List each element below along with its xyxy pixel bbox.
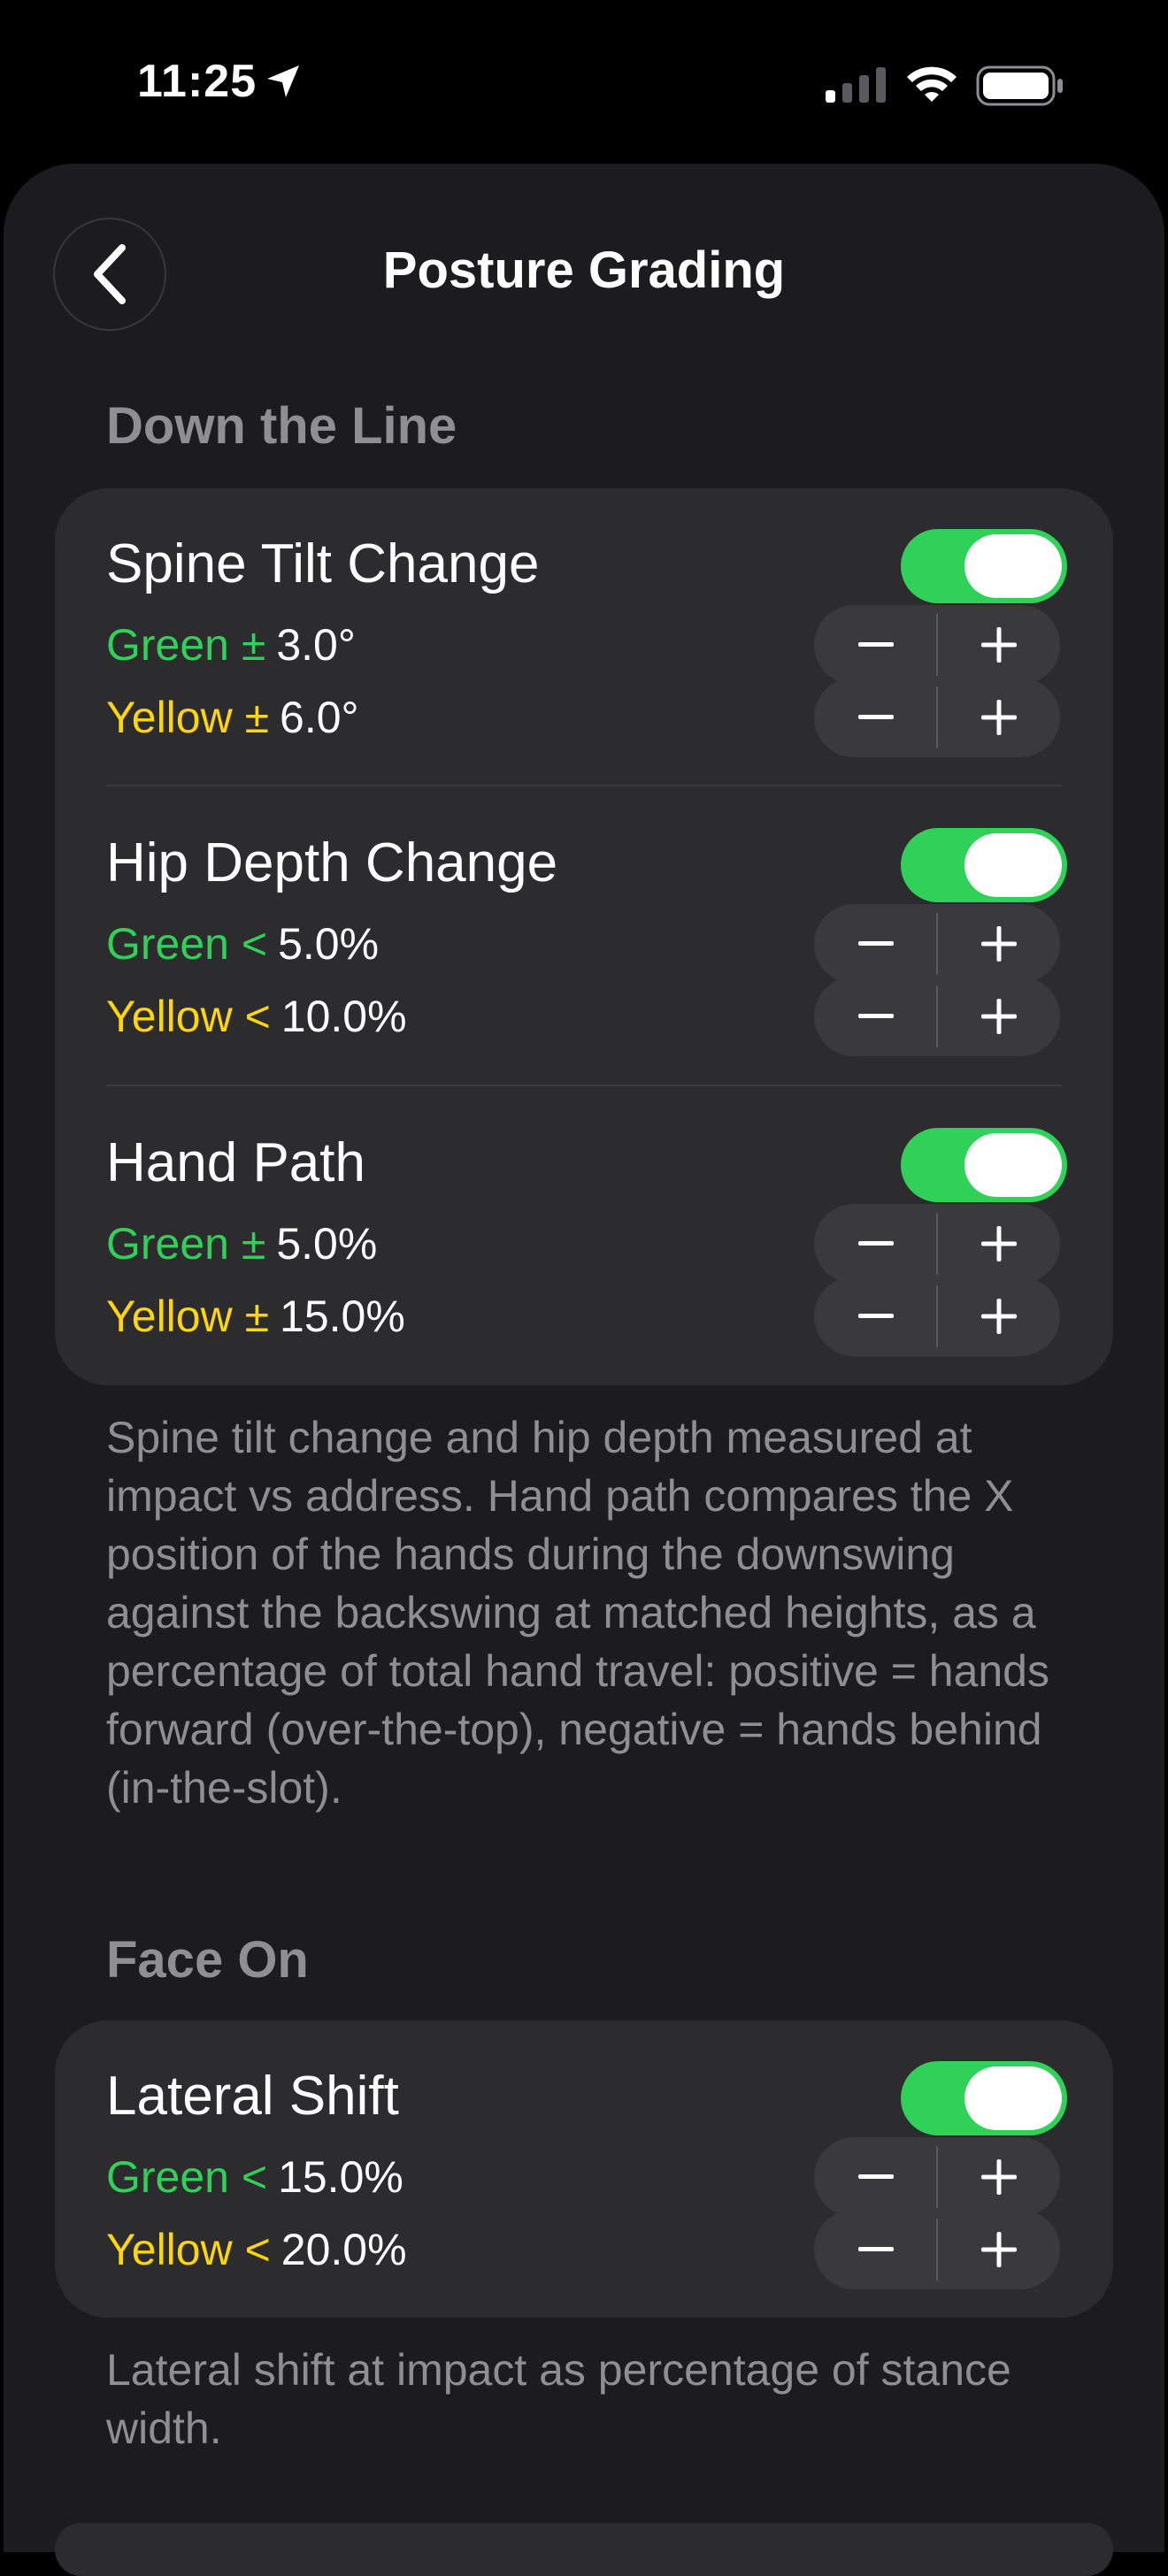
- lateral-shift-yellow-stepper: [814, 2210, 1060, 2289]
- minus-icon: [857, 1241, 894, 1246]
- spine-tilt-green-stepper: [814, 605, 1060, 685]
- hand-path-yellow-stepper: [814, 1276, 1060, 1356]
- minus-icon: [857, 2247, 894, 2251]
- hand-path-green-decrement-button[interactable]: [814, 1204, 937, 1284]
- lateral-shift-yellow-decrement-button[interactable]: [814, 2210, 937, 2289]
- minus-icon: [857, 642, 894, 647]
- lateral-shift-toggle[interactable]: [901, 2061, 1067, 2135]
- spine-tilt-yellow-threshold: Yellow ±6.0°: [106, 693, 359, 742]
- hand-path-title: Hand Path: [106, 1132, 365, 1193]
- hand-path-yellow-threshold: Yellow ±15.0%: [106, 1292, 405, 1341]
- location-arrow-icon: [267, 65, 299, 97]
- wifi-icon: [907, 66, 957, 102]
- lateral-shift-green-threshold: Green <15.0%: [106, 2152, 403, 2202]
- hand-path-green-stepper: [814, 1204, 1060, 1284]
- hip-depth-change-toggle[interactable]: [901, 828, 1067, 902]
- plus-icon: [980, 926, 1017, 962]
- minus-icon: [857, 2174, 894, 2179]
- plus-icon: [980, 627, 1017, 663]
- plus-icon: [980, 1226, 1017, 1261]
- hip-depth-green-stepper: [814, 904, 1060, 984]
- spine-tilt-yellow-stepper: [814, 678, 1060, 757]
- lateral-shift-yellow-increment-button[interactable]: [937, 2210, 1060, 2289]
- lateral-shift-title: Lateral Shift: [106, 2066, 399, 2127]
- hand-path-yellow-increment-button[interactable]: [937, 1276, 1060, 1356]
- minus-icon: [857, 715, 894, 719]
- hip-depth-yellow-decrement-button[interactable]: [814, 977, 937, 1056]
- spine-tilt-yellow-increment-button[interactable]: [937, 678, 1060, 757]
- battery-icon: [976, 65, 1063, 106]
- hip-depth-change-title: Hip Depth Change: [106, 832, 558, 893]
- hand-path-yellow-decrement-button[interactable]: [814, 1276, 937, 1356]
- plus-icon: [980, 700, 1017, 735]
- hand-path-green-increment-button[interactable]: [937, 1204, 1060, 1284]
- hip-depth-green-threshold: Green <5.0%: [106, 919, 380, 969]
- spine-tilt-green-threshold: Green ±3.0°: [106, 620, 356, 670]
- section-header-down-the-line: Down the Line: [106, 397, 457, 455]
- lateral-shift-yellow-threshold: Yellow <20.0%: [106, 2225, 407, 2274]
- lateral-shift-green-decrement-button[interactable]: [814, 2137, 937, 2217]
- plus-icon: [980, 2232, 1017, 2267]
- hip-depth-green-increment-button[interactable]: [937, 904, 1060, 984]
- lateral-shift-green-stepper: [814, 2137, 1060, 2217]
- spine-tilt-change-toggle[interactable]: [901, 529, 1067, 603]
- row-divider: [106, 1085, 1062, 1086]
- section-header-face-on: Face On: [106, 1931, 309, 1989]
- hip-depth-yellow-threshold: Yellow <10.0%: [106, 992, 407, 1041]
- hip-depth-green-decrement-button[interactable]: [814, 904, 937, 984]
- face-on-footnote: Lateral shift at impact as percentage of…: [106, 2345, 1011, 2453]
- status-time: 11:25: [137, 56, 257, 107]
- spine-tilt-yellow-decrement-button[interactable]: [814, 678, 937, 757]
- minus-icon: [857, 1314, 894, 1318]
- hip-depth-yellow-stepper: [814, 977, 1060, 1056]
- hip-depth-yellow-increment-button[interactable]: [937, 977, 1060, 1056]
- plus-icon: [980, 2159, 1017, 2195]
- lateral-shift-green-increment-button[interactable]: [937, 2137, 1060, 2217]
- hand-path-green-threshold: Green ±5.0%: [106, 1219, 378, 1269]
- spine-tilt-change-title: Spine Tilt Change: [106, 533, 540, 594]
- spine-tilt-green-decrement-button[interactable]: [814, 605, 937, 685]
- plus-icon: [980, 999, 1017, 1034]
- down-the-line-footnote: Spine tilt change and hip depth measured…: [106, 1413, 1049, 1813]
- page-title: Posture Grading: [382, 242, 786, 299]
- spine-tilt-green-increment-button[interactable]: [937, 605, 1060, 685]
- row-divider: [106, 785, 1062, 786]
- plus-icon: [980, 1299, 1017, 1334]
- next-card: [55, 2523, 1113, 2576]
- minus-icon: [857, 941, 894, 946]
- hand-path-toggle[interactable]: [901, 1128, 1067, 1202]
- minus-icon: [857, 1014, 894, 1018]
- status-bar: 11:25: [0, 0, 1168, 159]
- cellular-signal-icon: [826, 67, 886, 103]
